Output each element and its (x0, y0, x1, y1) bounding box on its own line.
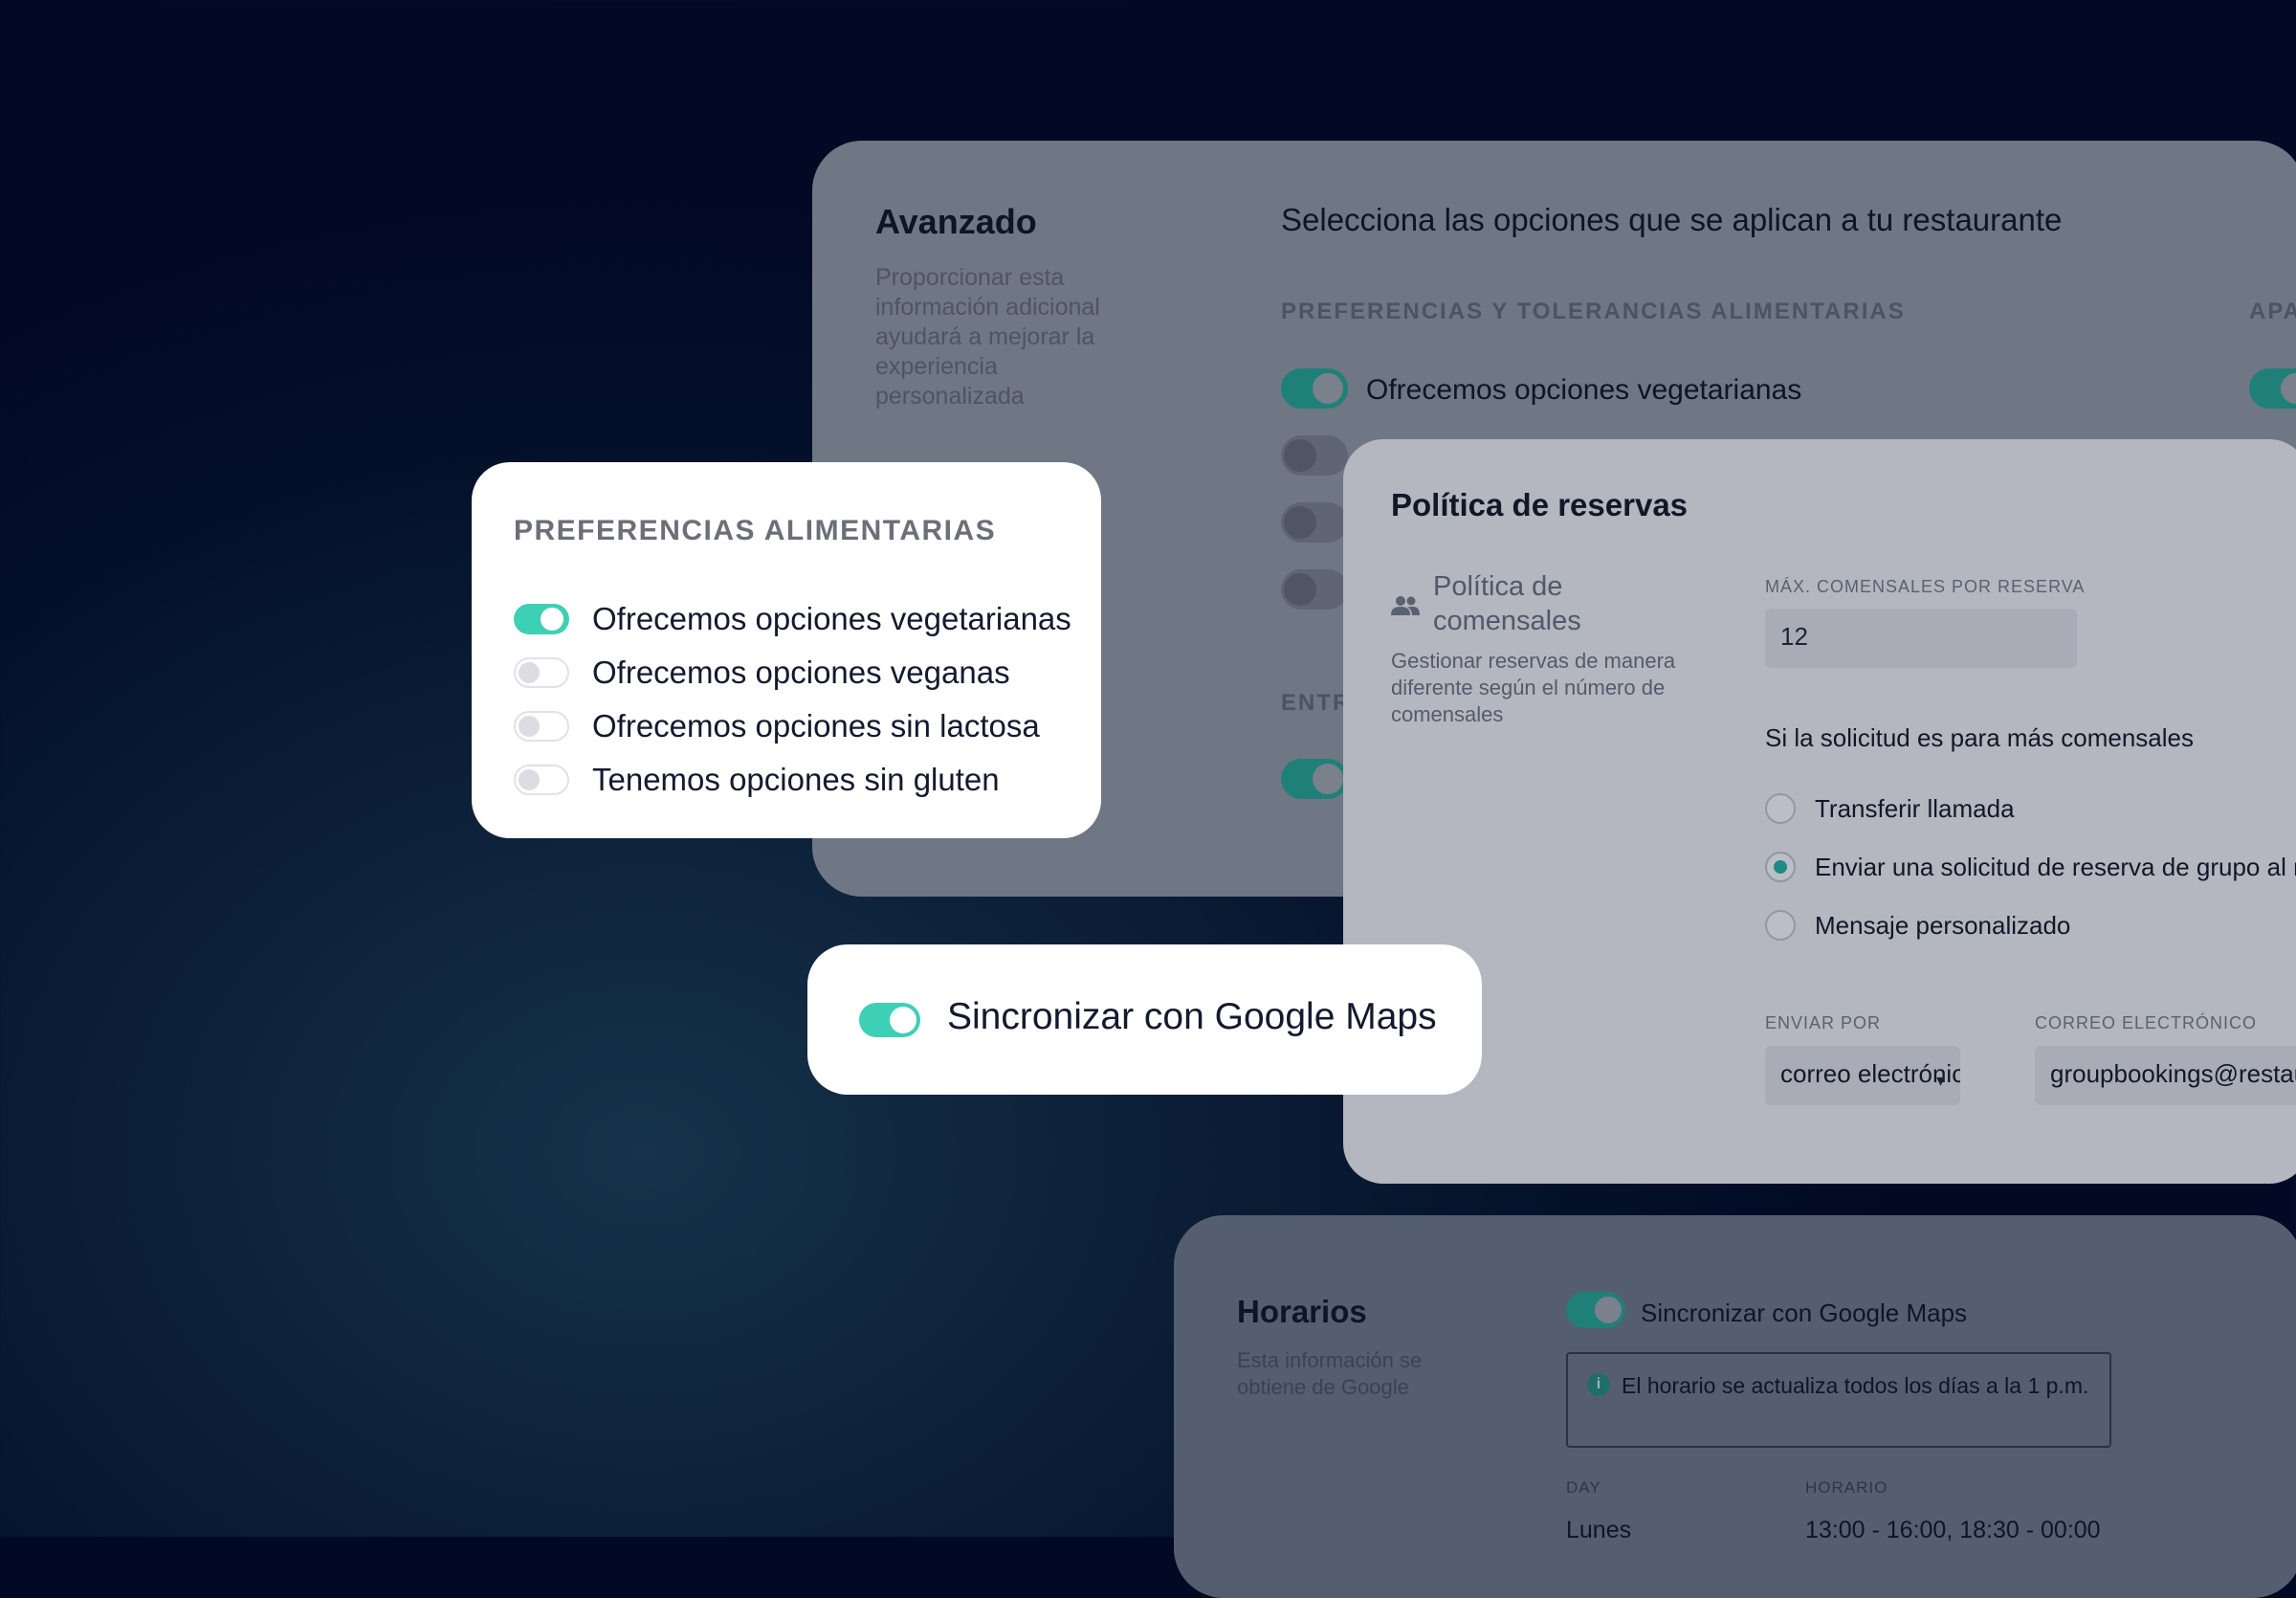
radio-button-selected[interactable] (1765, 852, 1796, 882)
info-text: El horario se actualiza todos los días a… (1622, 1373, 2089, 1398)
dietary-item-vegetarian[interactable]: Ofrecemos opciones vegetarianas (514, 601, 1071, 637)
row-hours: 13:00 - 16:00, 18:30 - 00:00 (1805, 1517, 2101, 1543)
google-maps-toggle[interactable] (859, 1003, 920, 1037)
hours-sync-label: Sincronizar con Google Maps (1641, 1298, 1968, 1327)
google-maps-sync-label: Sincronizar con Google Maps (947, 996, 1437, 1037)
send-by-select[interactable]: correo electrónico (1765, 1046, 1960, 1105)
entry-section-heading: ENTR (1281, 690, 1352, 716)
vegetarian-toggle-bg[interactable] (1281, 368, 1348, 409)
row-day: Lunes (1566, 1517, 1632, 1543)
advanced-heading: Selecciona las opciones que se aplican a… (1281, 202, 2063, 237)
toggle-off[interactable] (514, 711, 569, 742)
toggle-on[interactable] (514, 604, 569, 634)
hours-description: Esta información se obtiene de Google (1237, 1348, 1423, 1399)
hours-title: Horarios (1237, 1294, 1367, 1329)
advanced-description: Proporcionar esta información adicional … (875, 264, 1100, 410)
dietary-card-heading: PREFERENCIAS ALIMENTARIAS (514, 515, 997, 546)
dietary-item-lactose-free[interactable]: Ofrecemos opciones sin lactosa (514, 708, 1040, 744)
entry-toggle[interactable] (1281, 759, 1348, 799)
hours-sync-toggle[interactable] (1566, 1292, 1625, 1328)
right-column-toggle[interactable] (2249, 368, 2296, 409)
radio-transfer-call[interactable]: Transferir llamada (1765, 793, 2015, 824)
chevron-down-icon: ▾ (1936, 1071, 1946, 1090)
more-diners-question: Si la solicitud es para más comensales (1765, 723, 2194, 752)
dietary-item-label: Ofrecemos opciones sin lactosa (592, 708, 1040, 744)
send-by-label: ENVIAR POR (1765, 1013, 1882, 1032)
toggle-off[interactable] (514, 657, 569, 688)
people-icon (1391, 596, 1420, 615)
dietary-item-label: Ofrecemos opciones vegetarianas (592, 601, 1071, 636)
info-icon: i (1587, 1373, 1610, 1396)
column-day: DAY (1566, 1478, 1601, 1497)
info-banner: i El horario se actualiza todos los días… (1566, 1352, 2111, 1448)
hours-panel: Horarios Esta información se obtiene de … (1174, 1215, 2296, 1598)
radio-label: Transferir llamada (1815, 793, 2015, 823)
radio-button[interactable] (1765, 793, 1796, 824)
lactose-toggle-bg[interactable] (1281, 502, 1348, 543)
radio-group-request[interactable]: Enviar una solicitud de reserva de grupo… (1765, 852, 2296, 882)
vegetarian-option-label: Ofrecemos opciones vegetarianas (1366, 374, 1802, 406)
vegan-toggle-bg[interactable] (1281, 435, 1348, 476)
column-hours: HORARIO (1805, 1478, 1888, 1497)
reservation-policy-title: Política de reservas (1391, 487, 1689, 522)
dietary-section-heading: PREFERENCIAS Y TOLERANCIAS ALIMENTARIAS (1281, 299, 1906, 324)
reservation-policy-panel: Política de reservas Política de comensa… (1343, 439, 2296, 1184)
dietary-item-label: Ofrecemos opciones veganas (592, 655, 1010, 690)
email-label: CORREO ELECTRÓNICO (2035, 1013, 2258, 1032)
email-input[interactable]: groupbookings@restau (2035, 1046, 2296, 1105)
diners-policy-title: Política de comensales (1433, 571, 1581, 636)
max-diners-input[interactable]: 12 (1765, 609, 2077, 668)
toggle-off[interactable] (514, 765, 569, 795)
dietary-item-label: Tenemos opciones sin gluten (592, 762, 1000, 797)
dietary-item-gluten-free[interactable]: Tenemos opciones sin gluten (514, 762, 1000, 798)
radio-button[interactable] (1765, 910, 1796, 941)
max-diners-label: MÁX. COMENSALES POR RESERVA (1765, 577, 2086, 596)
dietary-preferences-card: PREFERENCIAS ALIMENTARIAS Ofrecemos opci… (472, 462, 1101, 838)
right-section-heading: APA (2249, 299, 2296, 324)
radio-label: Enviar una solicitud de reserva de grupo… (1815, 852, 2296, 881)
radio-custom-message[interactable]: Mensaje personalizado (1765, 910, 2070, 941)
advanced-title: Avanzado (875, 202, 1037, 241)
radio-label: Mensaje personalizado (1815, 910, 2071, 940)
gluten-toggle-bg[interactable] (1281, 569, 1348, 610)
google-maps-sync-card[interactable]: Sincronizar con Google Maps (807, 944, 1482, 1095)
diners-policy-description: Gestionar reservas de manera diferente s… (1391, 649, 1676, 726)
dietary-item-vegan[interactable]: Ofrecemos opciones veganas (514, 655, 1010, 691)
